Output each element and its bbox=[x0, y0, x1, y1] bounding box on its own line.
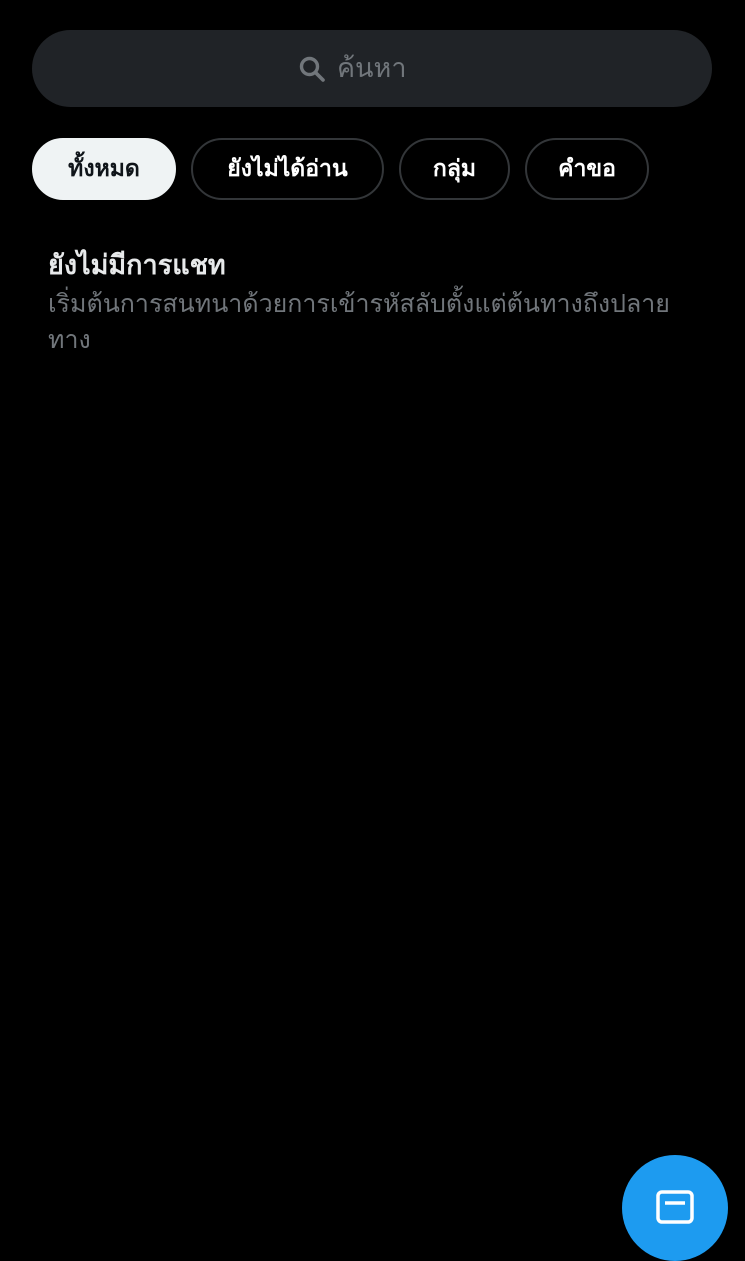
empty-state-subtitle: เริ่มต้นการสนทนาด้วยการเข้ารหัสลับตั้งแต… bbox=[48, 289, 670, 354]
empty-state: ยังไม่มีการแชท เริ่มต้นการสนทนาด้วยการเข… bbox=[48, 246, 708, 358]
new-message-icon bbox=[655, 1189, 695, 1233]
search-input[interactable] bbox=[337, 53, 447, 84]
search-icon bbox=[297, 54, 327, 84]
tab-requests[interactable]: คำขอ bbox=[525, 138, 649, 200]
tab-groups[interactable]: กลุ่ม bbox=[399, 138, 510, 200]
tab-unread[interactable]: ยังไม่ได้อ่าน bbox=[191, 138, 384, 200]
new-message-button[interactable] bbox=[622, 1155, 728, 1261]
tab-all[interactable]: ทั้งหมด bbox=[32, 138, 176, 200]
search-bar[interactable] bbox=[32, 30, 712, 107]
empty-state-title: ยังไม่มีการแชท bbox=[48, 250, 226, 281]
filter-tabs: ทั้งหมด ยังไม่ได้อ่าน กลุ่ม คำขอ bbox=[32, 138, 649, 200]
